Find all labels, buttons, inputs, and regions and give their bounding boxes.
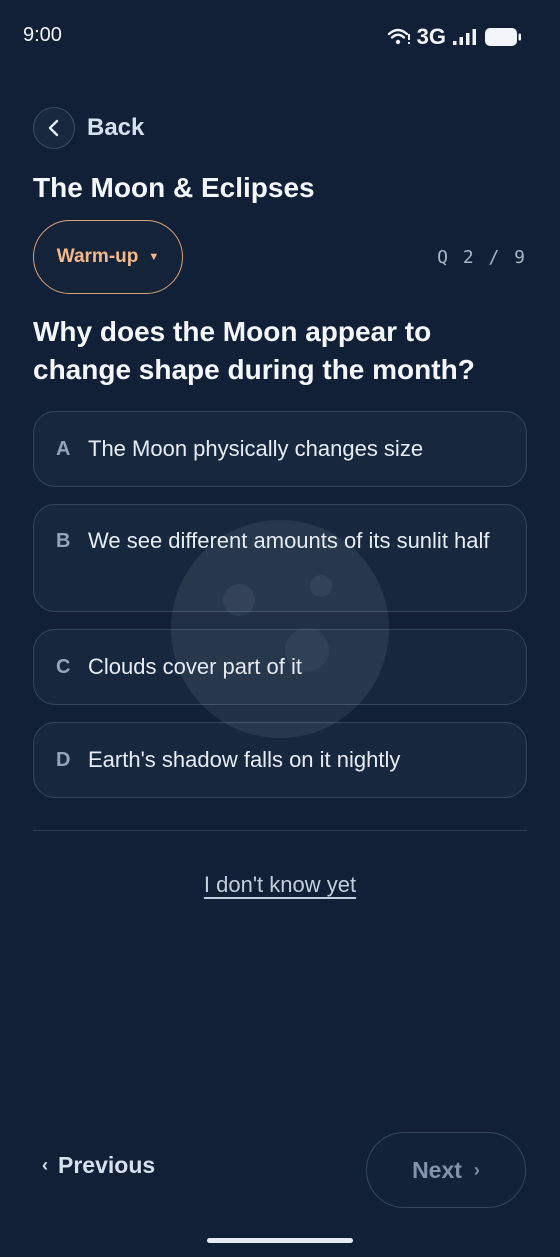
page-title: The Moon & Eclipses [33, 172, 315, 203]
dont-know-link[interactable]: I don't know yet [204, 872, 356, 897]
question-counter: Q 2 / 9 [437, 247, 527, 268]
chevron-left-icon [33, 107, 75, 149]
level-dropdown[interactable]: Warm-up ▼ [33, 220, 183, 294]
back-button[interactable]: Back [33, 107, 144, 149]
option-letter: B [56, 530, 71, 552]
chevron-right-icon: › [473, 1159, 480, 1180]
option-text: Earth's shadow falls on it nightly [88, 747, 401, 772]
option-text: We see different amounts of its sunlit h… [88, 528, 490, 553]
back-label: Back [87, 114, 145, 141]
chevron-left-icon: ‹ [42, 1155, 48, 1175]
dont-know-row: I don't know yet [0, 872, 560, 898]
previous-button[interactable]: ‹ Previous [42, 1152, 155, 1179]
wifi-icon [387, 27, 411, 47]
divider [33, 830, 527, 831]
option-a[interactable]: A The Moon physically changes size [33, 411, 527, 487]
level-label: Warm-up [56, 246, 139, 267]
option-c[interactable]: C Clouds cover part of it [33, 629, 527, 705]
network-type: 3G [416, 24, 446, 49]
option-letter: D [56, 748, 71, 771]
next-label: Next [412, 1156, 462, 1183]
status-bar: 9:00 3G [0, 0, 560, 72]
option-text: The Moon physically changes size [88, 436, 424, 461]
caret-down-icon: ▼ [148, 251, 160, 263]
question-text: Why does the Moon appear to change shape… [33, 316, 475, 385]
option-text: Clouds cover part of it [88, 654, 302, 679]
status-icons: 3G [387, 24, 522, 50]
battery-icon [484, 27, 522, 47]
status-time: 9:00 [23, 24, 62, 46]
option-letter: A [56, 437, 71, 460]
signal-bars-icon [452, 28, 478, 46]
option-b[interactable]: B We see different amounts of its sunlit… [33, 504, 527, 612]
option-d[interactable]: D Earth's shadow falls on it nightly [33, 722, 527, 798]
previous-label: Previous [58, 1152, 156, 1178]
option-letter: C [56, 655, 71, 678]
next-button[interactable]: Next › [366, 1132, 526, 1208]
home-indicator[interactable] [207, 1238, 353, 1243]
